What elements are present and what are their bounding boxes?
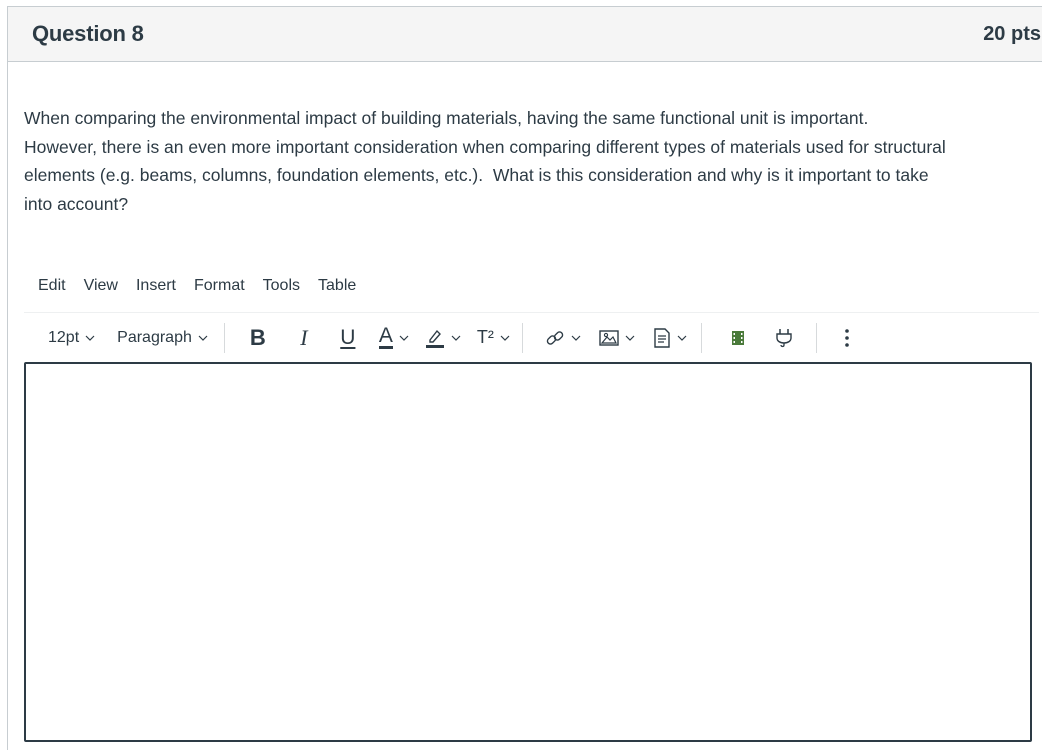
toolbar-divider [815, 322, 817, 353]
underline-icon: U [340, 325, 356, 349]
document-button[interactable] [653, 320, 687, 356]
block-format-value: Paragraph [117, 328, 192, 346]
font-size-value: 12pt [48, 328, 80, 346]
chevron-down-icon [451, 335, 461, 341]
media-button[interactable] [720, 320, 756, 356]
apps-plugin-button[interactable] [766, 320, 802, 356]
question-title: Question 8 [32, 21, 144, 46]
more-options-button[interactable] [833, 320, 861, 356]
toolbar-divider [700, 322, 702, 353]
bold-icon: B [249, 324, 266, 350]
editor-toolbar: 12pt Paragraph B I U A T² [24, 312, 1039, 362]
block-format-dropdown[interactable]: Paragraph [117, 320, 208, 356]
image-icon [599, 329, 619, 346]
highlight-color-button[interactable] [425, 320, 461, 356]
image-button[interactable] [599, 320, 635, 356]
menu-tools[interactable]: Tools [254, 277, 309, 295]
menu-format[interactable]: Format [185, 277, 254, 295]
editor-menubar: Edit View Insert Format Tools Table [24, 272, 365, 300]
chevron-down-icon [677, 335, 687, 341]
menu-view[interactable]: View [75, 277, 127, 295]
superscript-button[interactable]: T² [477, 320, 510, 356]
question-text-line: When comparing the environmental impact … [24, 108, 869, 128]
question-points: 20 pts [983, 22, 1041, 45]
font-size-dropdown[interactable]: 12pt [48, 320, 95, 356]
chevron-down-icon [399, 335, 409, 341]
chevron-down-icon [571, 335, 581, 341]
chevron-down-icon [625, 335, 635, 341]
plug-icon [776, 328, 792, 347]
question-text-line: elements (e.g. beams, columns, foundatio… [24, 165, 929, 185]
link-icon [546, 330, 564, 345]
text-color-button[interactable]: A [378, 320, 409, 356]
highlighter-icon [425, 329, 444, 348]
toolbar-divider [223, 322, 225, 353]
toolbar-divider [521, 322, 523, 353]
italic-button[interactable]: I [287, 320, 321, 356]
chevron-down-icon [85, 335, 95, 341]
menu-edit[interactable]: Edit [24, 277, 75, 295]
menu-table[interactable]: Table [309, 277, 365, 295]
rich-text-editor-area[interactable] [24, 362, 1032, 742]
question-header: Question 8 20 pts [8, 7, 1042, 62]
more-vertical-icon [845, 328, 849, 347]
underline-button[interactable]: U [331, 320, 365, 356]
question-text-line: However, there is an even more important… [24, 136, 946, 157]
question-text-line: into account? [24, 193, 129, 214]
question-text: When comparing the environmental impact … [24, 104, 1039, 218]
superscript-icon: T² [476, 327, 494, 347]
menu-insert[interactable]: Insert [127, 277, 185, 295]
italic-icon: I [300, 324, 308, 350]
film-icon [731, 330, 744, 345]
link-button[interactable] [545, 320, 581, 356]
bold-button[interactable]: B [241, 320, 275, 356]
document-icon [654, 327, 670, 348]
chevron-down-icon [198, 335, 208, 341]
text-color-icon: A [378, 324, 393, 349]
chevron-down-icon [500, 335, 510, 341]
